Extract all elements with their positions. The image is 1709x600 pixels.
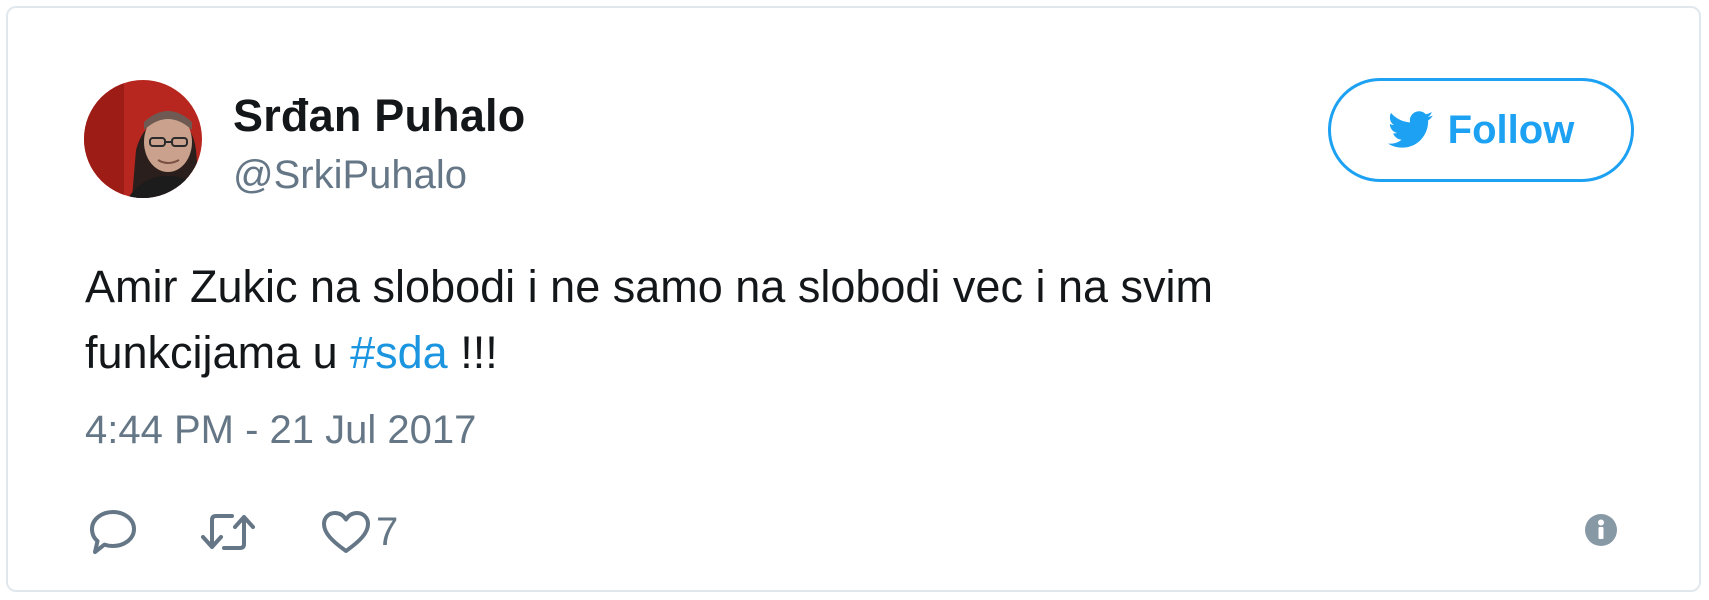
tweet-text-line-2-prefix: funkcijama u	[85, 327, 351, 378]
retweet-icon	[200, 510, 256, 554]
reply-icon	[88, 508, 138, 556]
info-icon[interactable]	[1584, 513, 1618, 552]
tweet-text-line-2-suffix: !!!	[447, 327, 498, 378]
hashtag-link[interactable]: #sda	[350, 327, 448, 378]
tweet-text: Amir Zukic na slobodi i ne samo na slobo…	[85, 254, 1585, 386]
tweet-text-line-1: Amir Zukic na slobodi i ne samo na slobo…	[85, 261, 1213, 312]
like-button[interactable]: 7	[320, 509, 398, 555]
tweet-text-line-2: funkcijama u #sda !!!	[85, 320, 1585, 386]
avatar-image	[84, 80, 202, 198]
avatar[interactable]	[84, 80, 202, 198]
tweet-card: Srđan Puhalo @SrkiPuhalo Follow Amir Zuk…	[6, 6, 1701, 592]
follow-button[interactable]: Follow	[1328, 78, 1634, 182]
author-handle[interactable]: @SrkiPuhalo	[233, 153, 467, 198]
like-count: 7	[376, 509, 399, 554]
tweet-actions: 7	[88, 505, 398, 559]
reply-button[interactable]	[88, 508, 138, 556]
follow-label: Follow	[1447, 107, 1575, 152]
twitter-bird-icon	[1387, 111, 1434, 149]
tweet-timestamp[interactable]: 4:44 PM - 21 Jul 2017	[85, 408, 476, 453]
author-name[interactable]: Srđan Puhalo	[233, 90, 525, 142]
retweet-button[interactable]	[200, 510, 256, 554]
heart-icon	[320, 509, 372, 555]
